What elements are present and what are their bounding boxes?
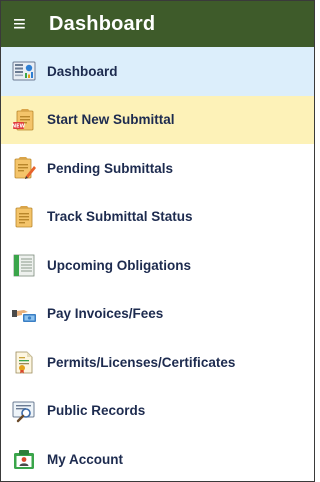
sidebar-item-label: Permits/Licenses/Certificates <box>47 354 236 370</box>
sidebar-header: ≡ Dashboard <box>1 1 314 47</box>
sidebar-item-pay-invoices-fees[interactable]: Pay Invoices/Fees <box>1 290 314 339</box>
sidebar-item-label: Public Records <box>47 403 146 419</box>
sidebar-item-dashboard[interactable]: Dashboard <box>1 47 314 96</box>
upcoming-obligations-icon <box>11 252 37 278</box>
sidebar-item-label: Pending Submittals <box>47 160 174 176</box>
pay-invoices-icon <box>11 301 37 327</box>
sidebar-item-start-new-submittal[interactable]: NEW Start New Submittal <box>1 95 314 144</box>
sidebar-item-permits-licenses-certificates[interactable]: Permits/Licenses/Certificates <box>1 338 314 387</box>
sidebar-item-public-records[interactable]: Public Records <box>1 387 314 436</box>
permits-certificate-icon <box>11 349 37 375</box>
track-status-icon <box>11 204 37 230</box>
new-submittal-icon: NEW <box>11 107 37 133</box>
sidebar-item-upcoming-obligations[interactable]: Upcoming Obligations <box>1 241 314 290</box>
dashboard-icon <box>11 58 37 84</box>
hamburger-icon[interactable]: ≡ <box>13 13 33 35</box>
sidebar-item-my-account[interactable]: My Account <box>1 435 314 481</box>
public-records-icon <box>11 398 37 424</box>
sidebar-item-label: Upcoming Obligations <box>47 257 191 273</box>
sidebar-menu: Dashboard NEW Start New Submittal Pendin… <box>1 47 314 481</box>
sidebar-item-pending-submittals[interactable]: Pending Submittals <box>1 144 314 193</box>
pending-submittals-icon <box>11 155 37 181</box>
my-account-icon <box>11 446 37 472</box>
sidebar-item-label: Pay Invoices/Fees <box>47 306 164 322</box>
svg-text:NEW: NEW <box>12 123 26 129</box>
sidebar-item-label: Track Submittal Status <box>47 209 193 225</box>
sidebar-item-track-submittal-status[interactable]: Track Submittal Status <box>1 193 314 242</box>
sidebar-item-label: Dashboard <box>47 63 118 79</box>
sidebar-item-label: My Account <box>47 451 124 467</box>
sidebar-panel: ≡ Dashboard Dashboard NEW Start New Subm… <box>0 0 315 482</box>
header-title: Dashboard <box>49 12 156 35</box>
sidebar-item-label: Start New Submittal <box>47 112 175 128</box>
